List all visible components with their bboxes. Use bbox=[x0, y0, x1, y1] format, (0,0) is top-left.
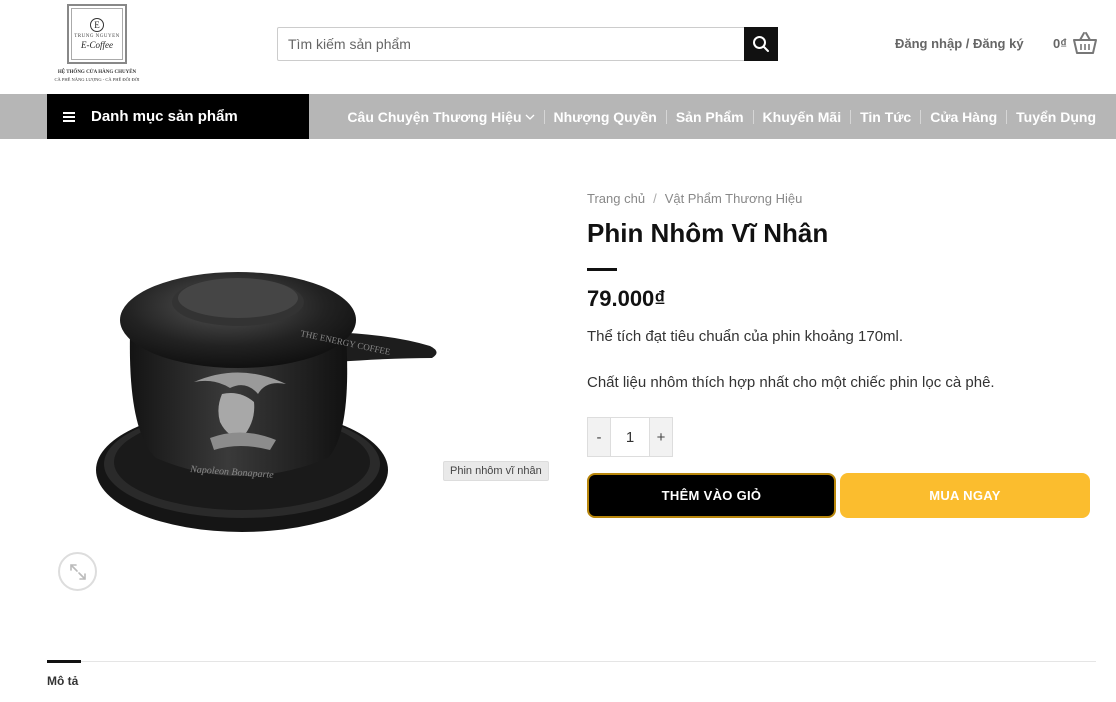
logo-tagline-1: HỆ THỐNG CỬA HÀNG CHUYÊN bbox=[57, 70, 137, 75]
hamburger-icon bbox=[63, 110, 75, 124]
search-icon bbox=[753, 36, 769, 52]
image-caption-tooltip: Phin nhôm vĩ nhân bbox=[443, 461, 549, 481]
search-bar bbox=[277, 27, 778, 61]
nav-divider bbox=[543, 109, 545, 124]
chevron-down-icon bbox=[525, 114, 534, 120]
category-menu-button[interactable]: Danh mục sản phẩm bbox=[47, 94, 309, 139]
nav-item-stores[interactable]: Cửa Hàng bbox=[930, 109, 997, 125]
title-divider bbox=[587, 268, 617, 271]
logo-script: E-Coffee bbox=[81, 40, 113, 50]
cart-amount[interactable]: 0₫ bbox=[1053, 36, 1067, 51]
tab-active-indicator bbox=[47, 660, 81, 663]
nav-divider bbox=[752, 109, 754, 124]
cart-basket-icon[interactable] bbox=[1072, 30, 1098, 56]
nav-item-label: Câu Chuyện Thương Hiệu bbox=[347, 108, 522, 125]
quantity-stepper: - 1 + bbox=[587, 417, 673, 457]
breadcrumb-separator: / bbox=[653, 191, 657, 206]
logo-tagline-2: CÀ PHÊ NĂNG LƯỢNG - CÀ PHÊ ĐỔI ĐỜI bbox=[54, 77, 140, 82]
nav-item-franchise[interactable]: Nhượng Quyền bbox=[554, 109, 657, 125]
tab-description[interactable]: Mô tả bbox=[47, 674, 78, 688]
logo-letter: E bbox=[90, 18, 104, 32]
main-navbar: Danh mục sản phẩm Câu Chuyện Thương Hiệu… bbox=[0, 94, 1116, 139]
nav-divider bbox=[850, 109, 852, 124]
breadcrumb: Trang chủ / Vật Phẩm Thương Hiệu bbox=[587, 191, 802, 206]
nav-item-promotions[interactable]: Khuyến Mãi bbox=[763, 109, 842, 125]
product-title: Phin Nhôm Vĩ Nhân bbox=[587, 218, 829, 248]
product-description-line: Thể tích đạt tiêu chuẩn của phin khoảng … bbox=[587, 328, 904, 345]
quantity-increase-button[interactable]: + bbox=[650, 418, 672, 456]
nav-divider bbox=[920, 109, 922, 124]
site-logo[interactable]: E TRUNG NGUYEN E-Coffee HỆ THỐNG CỬA HÀN… bbox=[47, 4, 147, 84]
zoom-button[interactable] bbox=[58, 552, 97, 591]
nav-item-careers[interactable]: Tuyển Dụng bbox=[1016, 109, 1096, 125]
logo-frame: E TRUNG NGUYEN E-Coffee bbox=[67, 4, 127, 64]
nav-menu: Câu Chuyện Thương Hiệu Nhượng Quyền Sản … bbox=[347, 94, 1096, 139]
nav-item-brand-story[interactable]: Câu Chuyện Thương Hiệu bbox=[347, 109, 534, 125]
search-input[interactable] bbox=[278, 28, 744, 60]
add-to-cart-button[interactable]: THÊM VÀO GIỎ bbox=[587, 473, 836, 518]
nav-item-news[interactable]: Tin Tức bbox=[860, 109, 911, 125]
product-price: 79.000₫ bbox=[587, 286, 666, 311]
login-register-link[interactable]: Đăng nhập / Đăng ký bbox=[895, 36, 1024, 51]
category-menu-label: Danh mục sản phẩm bbox=[91, 108, 238, 125]
quantity-input[interactable]: 1 bbox=[610, 418, 650, 456]
product-image[interactable]: THE ENERGY COFFEE Napoleon Bonaparte bbox=[90, 262, 450, 542]
product-description-line: Chất liệu nhôm thích hợp nhất cho một ch… bbox=[587, 374, 995, 391]
buy-now-button[interactable]: MUA NGAY bbox=[840, 473, 1090, 518]
nav-divider bbox=[665, 109, 667, 124]
search-button[interactable] bbox=[744, 27, 778, 61]
breadcrumb-category[interactable]: Vật Phẩm Thương Hiệu bbox=[665, 191, 803, 206]
nav-item-products[interactable]: Sản Phẩm bbox=[676, 109, 744, 125]
logo-brand: TRUNG NGUYEN bbox=[74, 34, 120, 39]
nav-divider bbox=[1006, 109, 1008, 124]
expand-icon bbox=[69, 563, 86, 580]
quantity-decrease-button[interactable]: - bbox=[588, 418, 610, 456]
tabs-divider bbox=[47, 661, 1096, 662]
breadcrumb-home[interactable]: Trang chủ bbox=[587, 191, 645, 206]
